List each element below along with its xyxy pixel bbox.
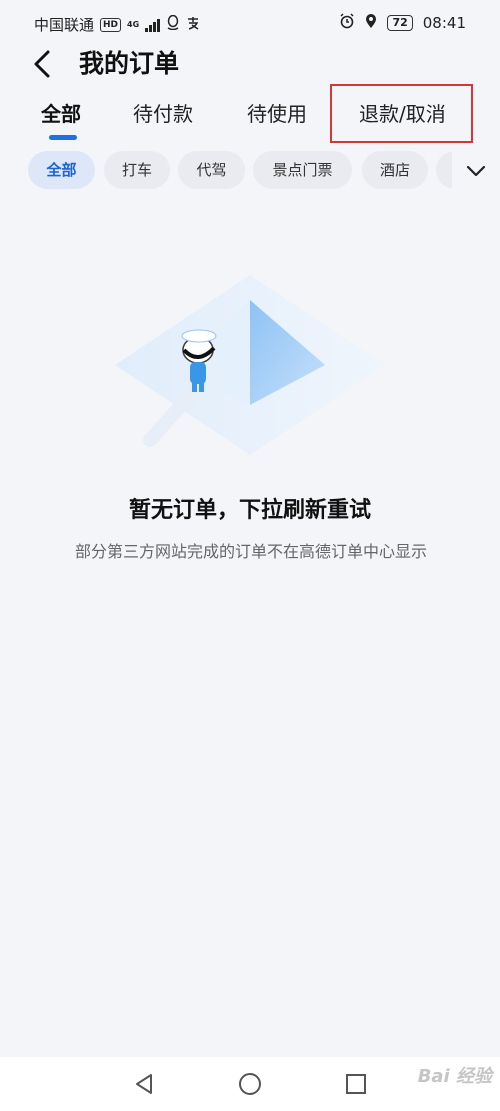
- chip-all[interactable]: 全部: [28, 151, 95, 189]
- nav-back-button[interactable]: [130, 1069, 160, 1099]
- watermark: Bai 经验: [417, 1066, 492, 1087]
- nav-home-button[interactable]: [235, 1069, 265, 1099]
- chip-scenic-tickets[interactable]: 景点门票: [253, 151, 352, 189]
- active-tab-indicator: [49, 135, 77, 140]
- nav-recent-button[interactable]: [341, 1069, 371, 1099]
- qq-icon: [166, 14, 180, 34]
- clock: 08:41: [422, 14, 466, 32]
- circle-home-icon: [239, 1073, 261, 1095]
- signal-icon: [145, 18, 161, 32]
- square-recent-icon: [346, 1074, 366, 1094]
- empty-state-title: 暂无订单，下拉刷新重试: [128, 498, 371, 523]
- tab-to-use[interactable]: 待使用: [247, 96, 307, 132]
- hd-badge: HD: [100, 17, 122, 32]
- carrier-name: 中国联通: [34, 16, 95, 34]
- chip-designated-driver[interactable]: 代驾: [178, 151, 245, 189]
- page-title: 我的订单: [79, 49, 180, 78]
- empty-orders-illustration: [110, 270, 390, 470]
- status-left: 中国联通 HD 4G: [34, 14, 200, 35]
- chevron-down-icon: [466, 165, 486, 177]
- location-icon: [365, 13, 377, 33]
- battery-indicator: 72: [387, 15, 413, 31]
- empty-state-description: 部分第三方网站完成的订单不在高德订单中心显示: [74, 542, 427, 561]
- status-right: 72 08:41: [339, 13, 466, 33]
- alarm-icon: [339, 13, 355, 33]
- network-type: 4G: [127, 19, 140, 29]
- tab-all[interactable]: 全部: [41, 96, 81, 132]
- header: 我的订单: [0, 40, 500, 90]
- tab-pending-payment[interactable]: 待付款: [133, 96, 193, 132]
- back-button[interactable]: [28, 46, 58, 82]
- alipay-icon: [186, 16, 200, 34]
- annotation-highlight-box: [330, 84, 473, 143]
- chip-taxi[interactable]: 打车: [104, 151, 170, 189]
- category-chips: 全部 打车 代驾 景点门票 酒店: [0, 147, 500, 193]
- expand-categories-button[interactable]: [452, 147, 500, 193]
- triangle-back-icon: [136, 1074, 152, 1094]
- chevron-left-icon: [34, 50, 50, 78]
- chip-hotel[interactable]: 酒店: [362, 151, 428, 189]
